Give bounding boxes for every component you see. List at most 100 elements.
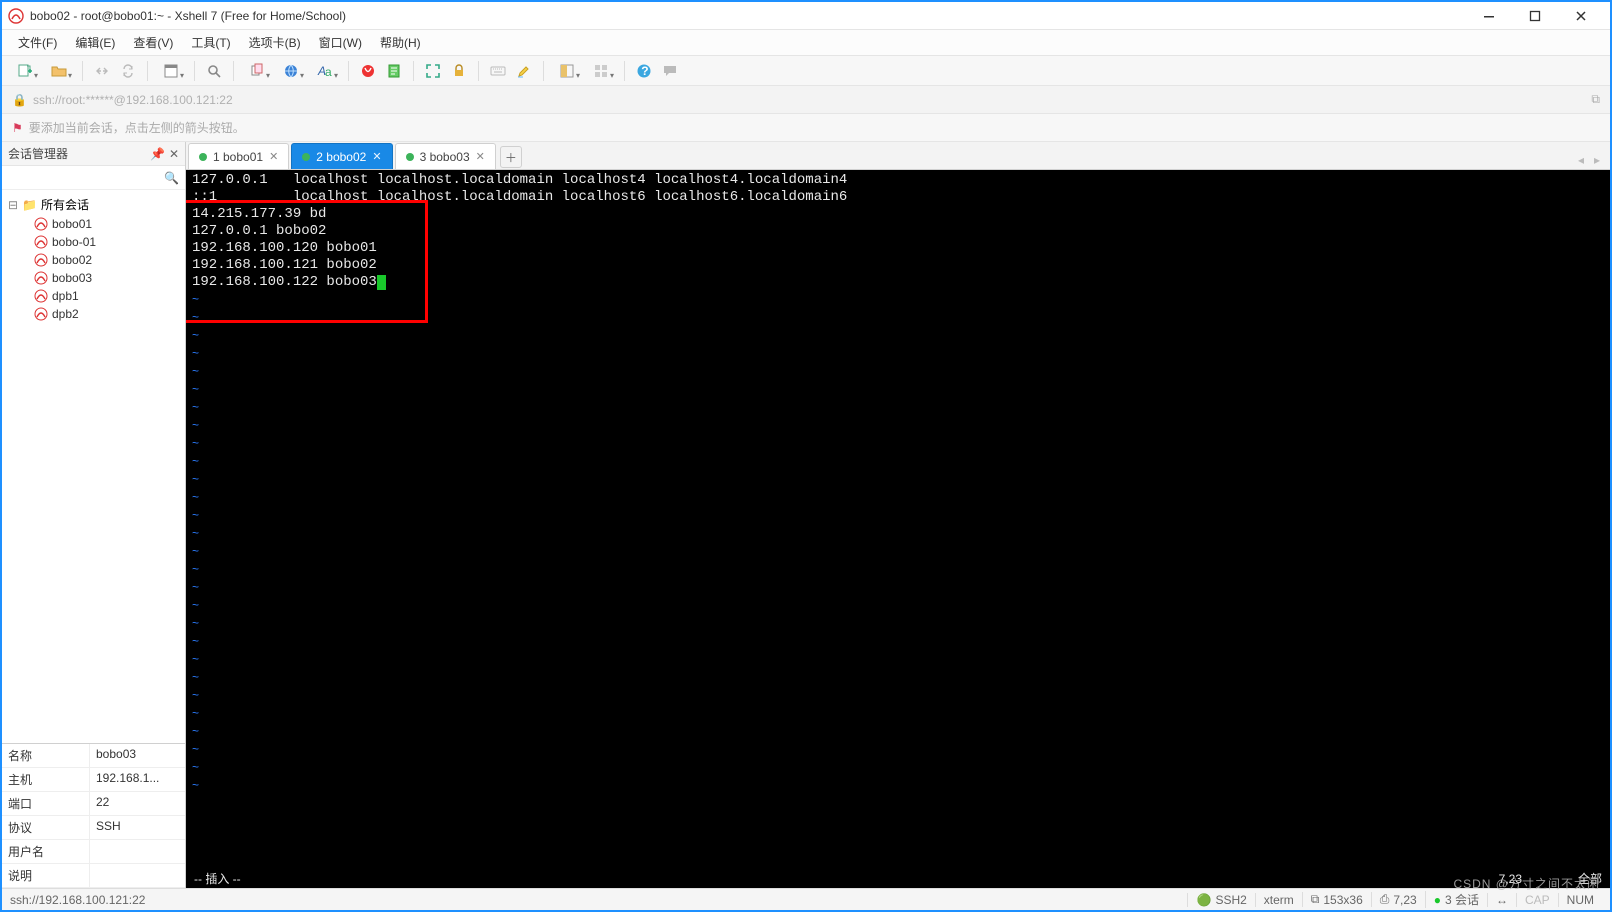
session-search-row: 🔍 bbox=[2, 166, 185, 190]
status-pos: ⎙7,23 bbox=[1371, 892, 1425, 907]
chat-icon[interactable] bbox=[659, 60, 681, 82]
session-icon bbox=[34, 271, 48, 285]
app-icon bbox=[8, 8, 24, 24]
terminal-wrap: 127.0.0.1 localhost localhost.localdomai… bbox=[186, 170, 1610, 868]
toolbar-separator bbox=[478, 61, 479, 81]
tab-status-dot bbox=[302, 153, 310, 161]
tree-root-label: 所有会话 bbox=[41, 196, 89, 213]
session-icon bbox=[34, 289, 48, 303]
status-sessions: ●3 会话 bbox=[1425, 891, 1487, 908]
menu-view[interactable]: 查看(V) bbox=[125, 30, 181, 55]
conn-icon: ↔ bbox=[1496, 893, 1508, 907]
sess-dot-icon: ● bbox=[1434, 893, 1441, 907]
prop-value: 192.168.1... bbox=[90, 768, 185, 791]
prop-row: 协议SSH bbox=[2, 816, 185, 840]
toolbar-separator bbox=[413, 61, 414, 81]
tab-column: 1 bobo01✕ 2 bobo02 ✕ 3 bobo03✕ ＋ ◂ ▸ 127.… bbox=[186, 142, 1610, 888]
reconnect-button[interactable] bbox=[117, 60, 139, 82]
session-item[interactable]: dpb2 bbox=[4, 305, 183, 323]
title-bar: bobo02 - root@bobo01:~ - Xshell 7 (Free … bbox=[2, 2, 1610, 30]
session-label: bobo02 bbox=[52, 253, 92, 267]
keyboard-icon[interactable] bbox=[487, 60, 509, 82]
tile-button[interactable] bbox=[586, 60, 616, 82]
session-item[interactable]: bobo03 bbox=[4, 269, 183, 287]
prop-value bbox=[90, 864, 185, 887]
signal-icon: 🟢 bbox=[1196, 893, 1211, 907]
tab-close-icon[interactable]: ✕ bbox=[372, 150, 381, 163]
toolbar: Aa ? bbox=[2, 56, 1610, 86]
menu-window[interactable]: 窗口(W) bbox=[311, 30, 370, 55]
menu-help[interactable]: 帮助(H) bbox=[372, 30, 429, 55]
lock-icon[interactable] bbox=[448, 60, 470, 82]
menu-tab[interactable]: 选项卡(B) bbox=[241, 30, 309, 55]
tab-add-button[interactable]: ＋ bbox=[500, 146, 522, 168]
status-ssh: 🟢SSH2 bbox=[1187, 893, 1254, 907]
session-icon bbox=[34, 307, 48, 321]
copy-address-icon[interactable]: ⧉ bbox=[1591, 92, 1600, 107]
session-label: bobo03 bbox=[52, 271, 92, 285]
address-text[interactable]: ssh://root:******@192.168.100.121:22 bbox=[33, 93, 233, 107]
open-session-button[interactable] bbox=[44, 60, 74, 82]
menu-file[interactable]: 文件(F) bbox=[10, 30, 65, 55]
session-item[interactable]: bobo-01 bbox=[4, 233, 183, 251]
vim-cursor-pos: 7,23 bbox=[1422, 872, 1542, 886]
session-item[interactable]: bobo01 bbox=[4, 215, 183, 233]
disconnect-button[interactable] bbox=[91, 60, 113, 82]
tab-prev-icon[interactable]: ◂ bbox=[1574, 151, 1588, 169]
folder-icon: 📁 bbox=[22, 198, 37, 212]
session-manager-title: 会话管理器 bbox=[8, 145, 150, 162]
status-cap: CAP bbox=[1516, 893, 1558, 907]
prop-key: 用户名 bbox=[2, 840, 90, 863]
search-icon[interactable]: 🔍 bbox=[164, 171, 179, 185]
tab-close-icon[interactable]: ✕ bbox=[269, 150, 278, 163]
tree-root[interactable]: ⊟ 📁 所有会话 bbox=[4, 194, 183, 215]
prop-row: 用户名 bbox=[2, 840, 185, 864]
maximize-button[interactable] bbox=[1512, 2, 1558, 30]
session-item[interactable]: bobo02 bbox=[4, 251, 183, 269]
highlight-icon[interactable] bbox=[513, 60, 535, 82]
prop-row: 端口22 bbox=[2, 792, 185, 816]
layout-button[interactable] bbox=[552, 60, 582, 82]
session-label: dpb1 bbox=[52, 289, 79, 303]
session-label: dpb2 bbox=[52, 307, 79, 321]
prop-key: 协议 bbox=[2, 816, 90, 839]
expander-icon[interactable]: ⊟ bbox=[8, 198, 18, 212]
prop-key: 端口 bbox=[2, 792, 90, 815]
green-doc-icon[interactable] bbox=[383, 60, 405, 82]
close-button[interactable] bbox=[1558, 2, 1604, 30]
properties-button[interactable] bbox=[156, 60, 186, 82]
minimize-button[interactable] bbox=[1466, 2, 1512, 30]
status-term: xterm bbox=[1255, 893, 1302, 907]
vim-scroll-pos: 全部 bbox=[1542, 870, 1602, 887]
font-button[interactable]: Aa bbox=[310, 60, 340, 82]
status-bar: ssh://192.168.100.121:22 🟢SSH2 xterm ⧉15… bbox=[2, 888, 1610, 910]
vim-mode: -- 插入 -- bbox=[194, 870, 1422, 887]
red-circle-icon[interactable] bbox=[357, 60, 379, 82]
session-manager-header: 会话管理器 📌 ✕ bbox=[2, 142, 185, 166]
menu-edit[interactable]: 编辑(E) bbox=[67, 30, 123, 55]
pin-icon[interactable]: 📌 bbox=[150, 147, 165, 161]
tab-close-icon[interactable]: ✕ bbox=[476, 150, 485, 163]
menu-tools[interactable]: 工具(T) bbox=[183, 30, 238, 55]
search-button[interactable] bbox=[203, 60, 225, 82]
help-icon[interactable]: ? bbox=[633, 60, 655, 82]
tab-bobo03[interactable]: 3 bobo03✕ bbox=[395, 143, 496, 169]
lock-small-icon: 🔒 bbox=[12, 93, 27, 107]
copy-button[interactable] bbox=[242, 60, 272, 82]
session-item[interactable]: dpb1 bbox=[4, 287, 183, 305]
panel-close-icon[interactable]: ✕ bbox=[169, 147, 179, 161]
tab-status-dot bbox=[199, 153, 207, 161]
prop-key: 名称 bbox=[2, 744, 90, 767]
window-controls bbox=[1466, 2, 1604, 30]
fullscreen-button[interactable] bbox=[422, 60, 444, 82]
globe-button[interactable] bbox=[276, 60, 306, 82]
prop-row: 说明 bbox=[2, 864, 185, 888]
tab-label: 2 bobo02 bbox=[316, 150, 366, 164]
tab-bobo01[interactable]: 1 bobo01✕ bbox=[188, 143, 289, 169]
new-session-button[interactable] bbox=[10, 60, 40, 82]
tab-next-icon[interactable]: ▸ bbox=[1590, 151, 1604, 169]
prop-key: 主机 bbox=[2, 768, 90, 791]
session-icon bbox=[34, 235, 48, 249]
tab-bobo02[interactable]: 2 bobo02 ✕ bbox=[291, 143, 392, 169]
prop-key: 说明 bbox=[2, 864, 90, 887]
